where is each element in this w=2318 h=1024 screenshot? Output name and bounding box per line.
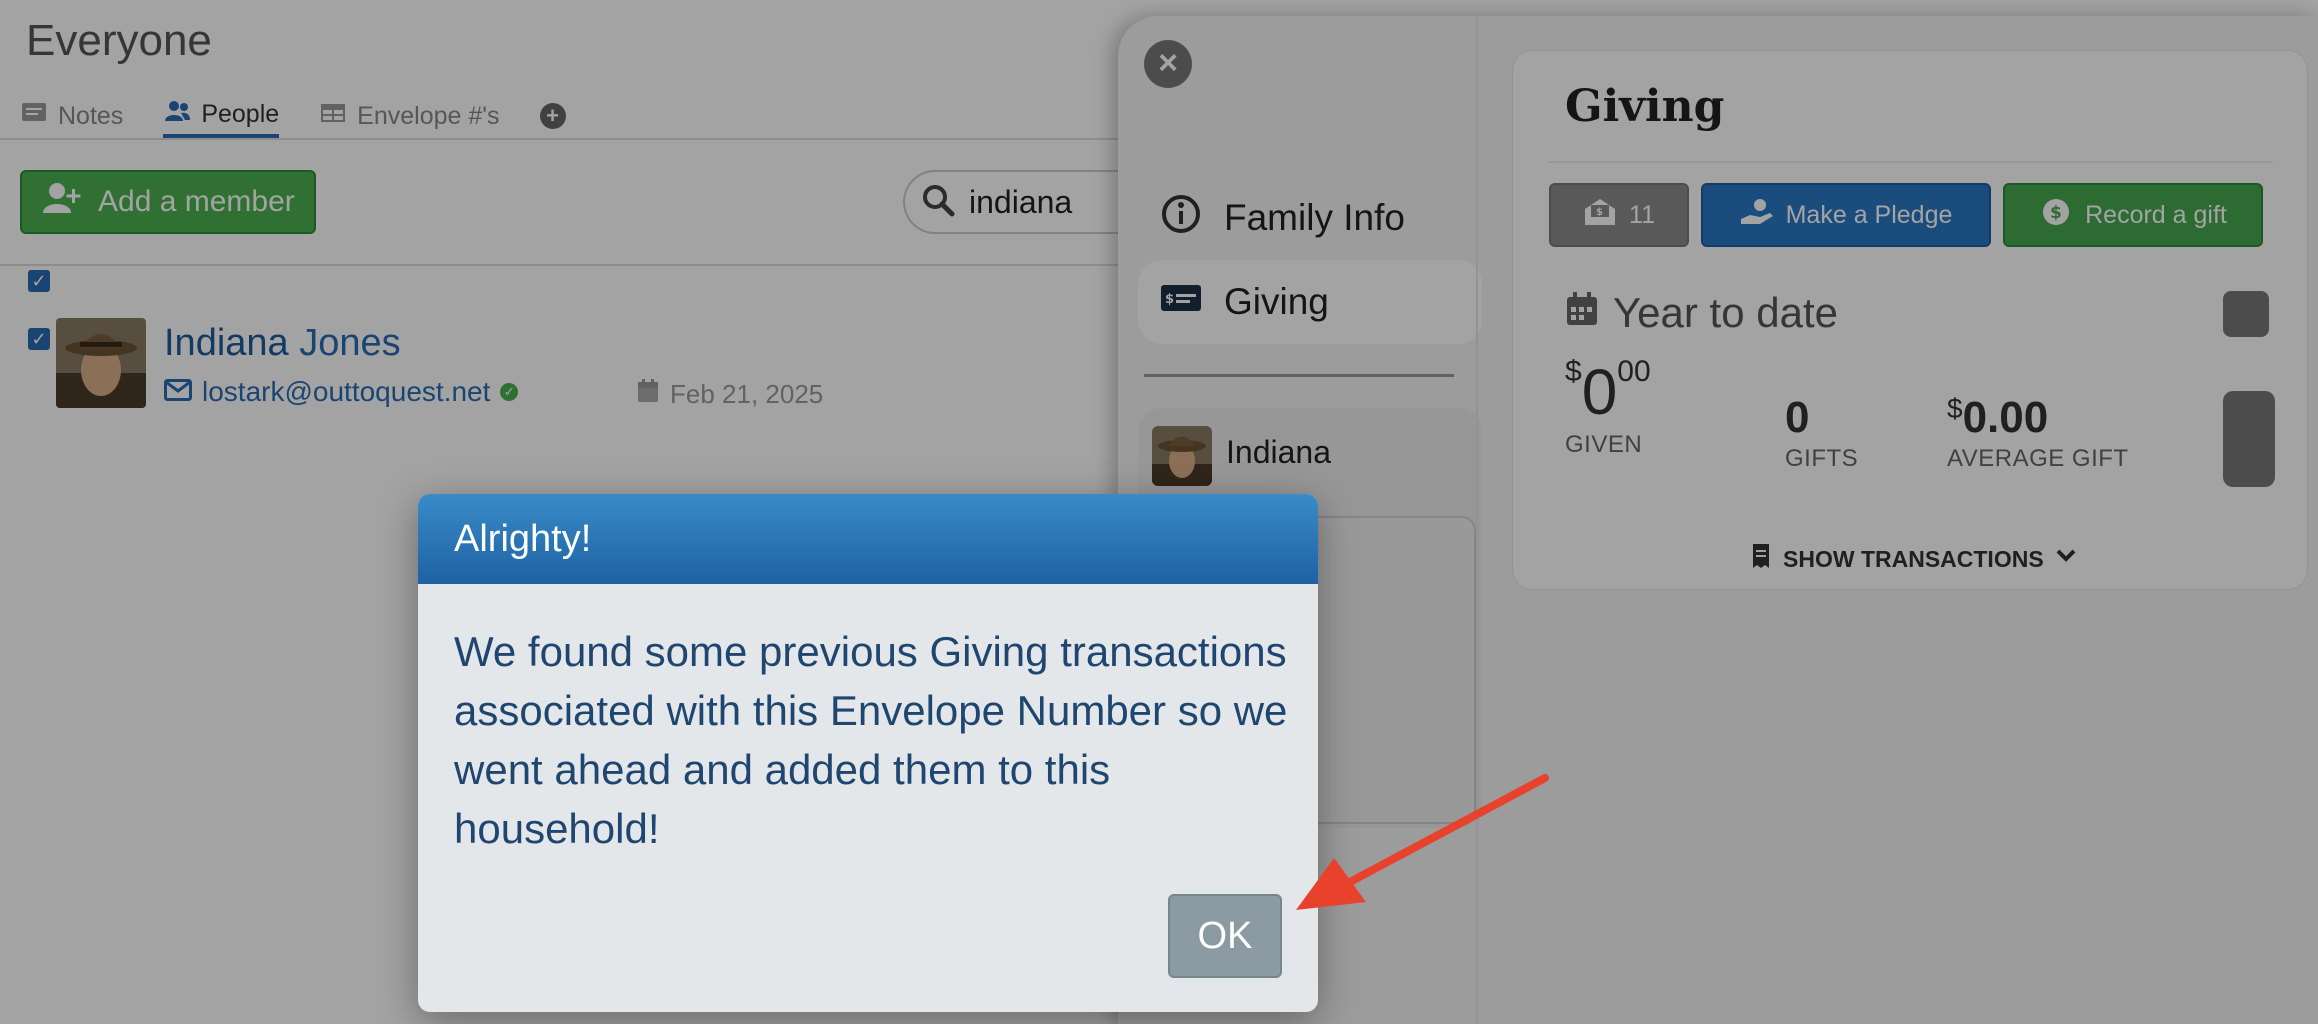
- dialog-title: Alrighty!: [418, 494, 1318, 584]
- alert-dialog: Alrighty! We found some previous Giving …: [418, 494, 1318, 1012]
- ok-button[interactable]: OK: [1168, 894, 1282, 978]
- dialog-message: We found some previous Giving transactio…: [454, 628, 1288, 852]
- annotation-arrow-icon: [1296, 774, 1549, 910]
